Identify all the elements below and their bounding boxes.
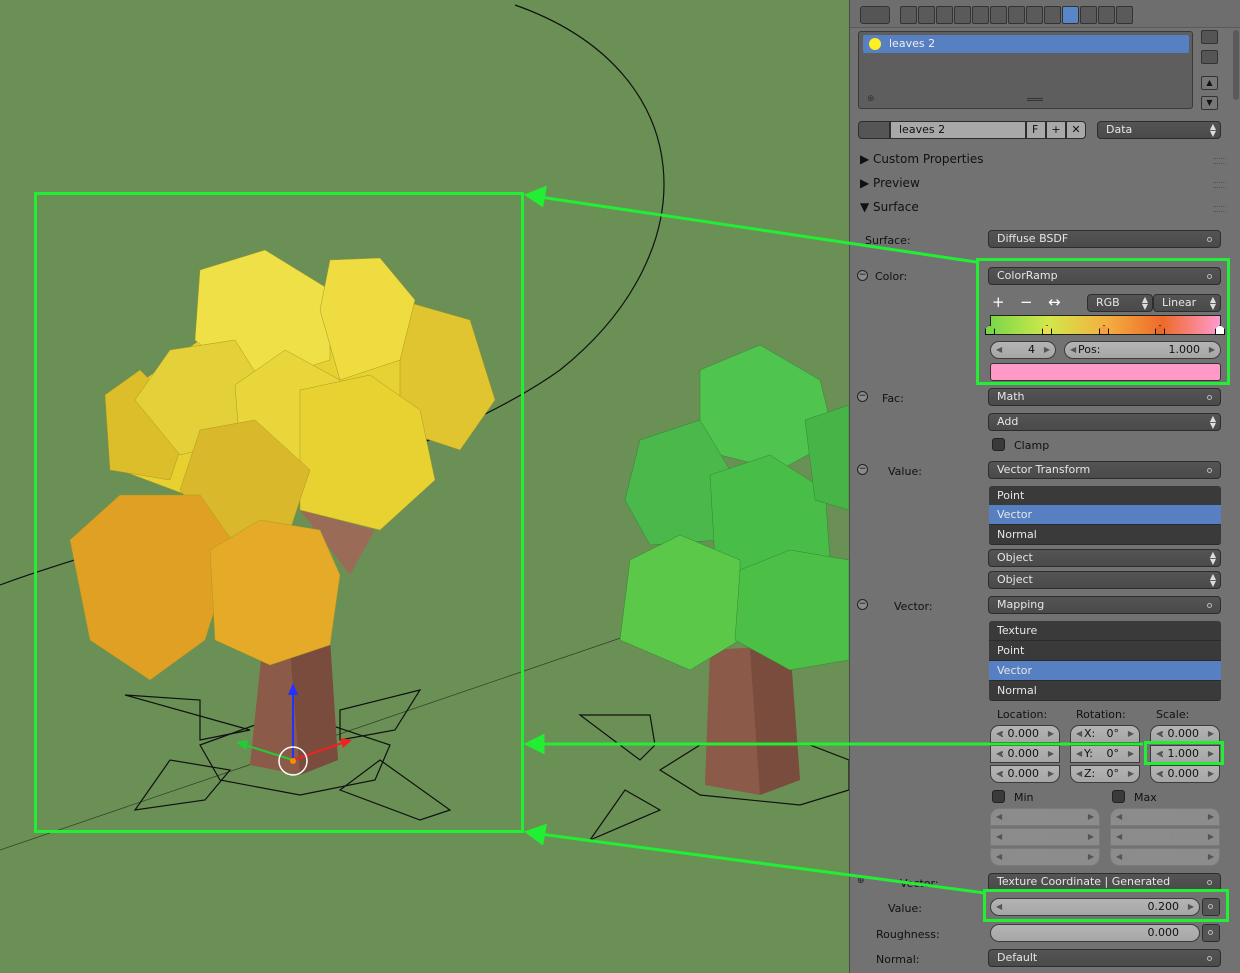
surface-shader-field[interactable]: Diffuse BSDF	[988, 230, 1221, 248]
roughness-link-button[interactable]	[1202, 924, 1220, 942]
max-x-field[interactable]: ◀ X: 1.000 ▶	[1110, 808, 1220, 826]
move-down-button[interactable]: ▼	[1201, 96, 1218, 110]
material-slot-item[interactable]: leaves 2	[863, 35, 1189, 53]
vt-type-normal[interactable]: Normal	[989, 525, 1221, 545]
vector2-expand-icon[interactable]: ⊕	[857, 876, 865, 886]
rotation-z-field[interactable]: ◀ Z: 0° ▶	[1070, 765, 1140, 783]
min-checkbox[interactable]	[992, 790, 1005, 803]
scale-z-field[interactable]: ◀: 0.000 ▶	[1150, 765, 1220, 783]
material-slot-list: leaves 2 ⊕	[858, 31, 1193, 109]
roughness-field[interactable]: 0.000	[990, 924, 1200, 942]
material-slot-name: leaves 2	[889, 37, 936, 50]
data-icon[interactable]	[1026, 6, 1043, 24]
location-z-field[interactable]: ◀: 0.000 ▶	[990, 765, 1060, 783]
max-y-field[interactable]: ◀ Y: 1.000 ▶	[1110, 828, 1220, 846]
vertex-icon[interactable]	[1044, 6, 1061, 24]
link-dropdown[interactable]: Data ▲ ▼	[1097, 121, 1221, 139]
location-y-field[interactable]: ◀: 0.000 ▶	[990, 745, 1060, 763]
render-icon[interactable]	[900, 6, 917, 24]
particles-icon[interactable]	[1098, 6, 1115, 24]
min-x-field[interactable]: ◀ X: 0.000 ▶	[990, 808, 1100, 826]
texture-icon[interactable]	[1080, 6, 1097, 24]
fake-user-button[interactable]: F	[1026, 121, 1046, 139]
move-up-button[interactable]: ▲	[1201, 76, 1218, 90]
color-label: Color:	[875, 270, 908, 283]
vector-input-node-field[interactable]: Mapping	[988, 596, 1221, 614]
vt-convert-from-dropdown[interactable]: Object ▲ ▼	[988, 549, 1221, 567]
3d-viewport[interactable]	[0, 0, 849, 973]
scene-icon[interactable]	[936, 6, 953, 24]
map-type-vector[interactable]: Vector	[989, 661, 1221, 681]
fac-remove-icon[interactable]: −	[857, 391, 868, 402]
clamp-checkbox[interactable]	[992, 438, 1005, 451]
remove-slot-button[interactable]	[1201, 30, 1218, 44]
value-highlight-box	[983, 889, 1229, 922]
material-icon[interactable]	[1062, 6, 1079, 24]
value2-label: Value:	[888, 902, 922, 915]
min-y-field[interactable]: ◀ Y: 0.000 ▶	[990, 828, 1100, 846]
min-label: Min	[1014, 791, 1034, 804]
surface-label: Surface:	[865, 234, 911, 247]
rotation-x-field[interactable]: ◀ X: 0° ▶	[1070, 725, 1140, 743]
vt-convert-to-dropdown[interactable]: Object ▲ ▼	[988, 571, 1221, 589]
colorramp-highlight-box	[976, 258, 1230, 385]
rotation-label: Rotation:	[1076, 708, 1126, 721]
scale-highlight-box	[1144, 741, 1224, 765]
max-label: Max	[1134, 791, 1157, 804]
fac-input-node-field[interactable]: Math	[988, 388, 1221, 406]
properties-header	[850, 0, 1240, 28]
vector2-label: Vector:	[900, 877, 939, 890]
properties-panel: leaves 2 ⊕ ▲ ▼ leaves 2 F + ✕ Data ▲ ▼ ▶ C…	[849, 0, 1240, 973]
slot-specials-button[interactable]	[1201, 50, 1218, 64]
scale-label: Scale:	[1156, 708, 1190, 721]
material-color-swatch	[869, 38, 881, 50]
preview-header[interactable]: ▶ Preview	[860, 176, 1230, 194]
vector-remove-icon[interactable]: −	[857, 599, 868, 610]
value-remove-icon[interactable]: −	[857, 464, 868, 475]
max-z-field[interactable]: ◀ Z: 1.000 ▶	[1110, 848, 1220, 866]
rotation-y-field[interactable]: ◀ Y: 0° ▶	[1070, 745, 1140, 763]
min-z-field[interactable]: ◀ Z: 0.000 ▶	[990, 848, 1100, 866]
object-icon[interactable]	[972, 6, 989, 24]
material-name-field[interactable]: leaves 2	[890, 121, 1026, 139]
vector-label: Vector:	[894, 600, 933, 613]
new-material-button[interactable]: +	[1046, 121, 1066, 139]
fac-label: Fac:	[882, 392, 904, 405]
panel-scrollbar[interactable]	[1233, 30, 1239, 100]
location-label: Location:	[997, 708, 1048, 721]
normal-input-node-field[interactable]: Default	[988, 949, 1221, 967]
map-type-point[interactable]: Point	[989, 641, 1221, 661]
normal-label: Normal:	[876, 953, 920, 966]
clamp-label: Clamp	[1014, 439, 1050, 452]
vt-type-point[interactable]: Point	[989, 486, 1221, 506]
world-icon[interactable]	[954, 6, 971, 24]
vt-type-vector[interactable]: Vector	[989, 505, 1221, 525]
editor-type-icon[interactable]	[860, 6, 890, 24]
value-input-node-field[interactable]: Vector Transform	[988, 461, 1221, 479]
list-resize-grip[interactable]	[1027, 98, 1043, 101]
map-type-normal[interactable]: Normal	[989, 681, 1221, 701]
location-x-field[interactable]: ◀: 0.000 ▶	[990, 725, 1060, 743]
math-operation-dropdown[interactable]: Add ▲ ▼	[988, 413, 1221, 431]
map-type-texture[interactable]: Texture	[989, 621, 1221, 641]
roughness-label: Roughness:	[876, 928, 940, 941]
custom-properties-header[interactable]: ▶ Custom Properties	[860, 152, 1230, 170]
surface-header[interactable]: ▼ Surface	[860, 200, 1230, 218]
render-layers-icon[interactable]	[918, 6, 935, 24]
value-label: Value:	[888, 465, 922, 478]
list-filter-icon[interactable]: ⊕	[867, 94, 875, 104]
tree-highlight-box	[34, 192, 524, 833]
material-browse-button[interactable]	[858, 121, 890, 139]
unlink-material-button[interactable]: ✕	[1066, 121, 1086, 139]
constraints-icon[interactable]	[990, 6, 1007, 24]
modifiers-icon[interactable]	[1008, 6, 1025, 24]
color-remove-icon[interactable]: −	[857, 270, 868, 281]
physics-icon[interactable]	[1116, 6, 1133, 24]
max-checkbox[interactable]	[1112, 790, 1125, 803]
